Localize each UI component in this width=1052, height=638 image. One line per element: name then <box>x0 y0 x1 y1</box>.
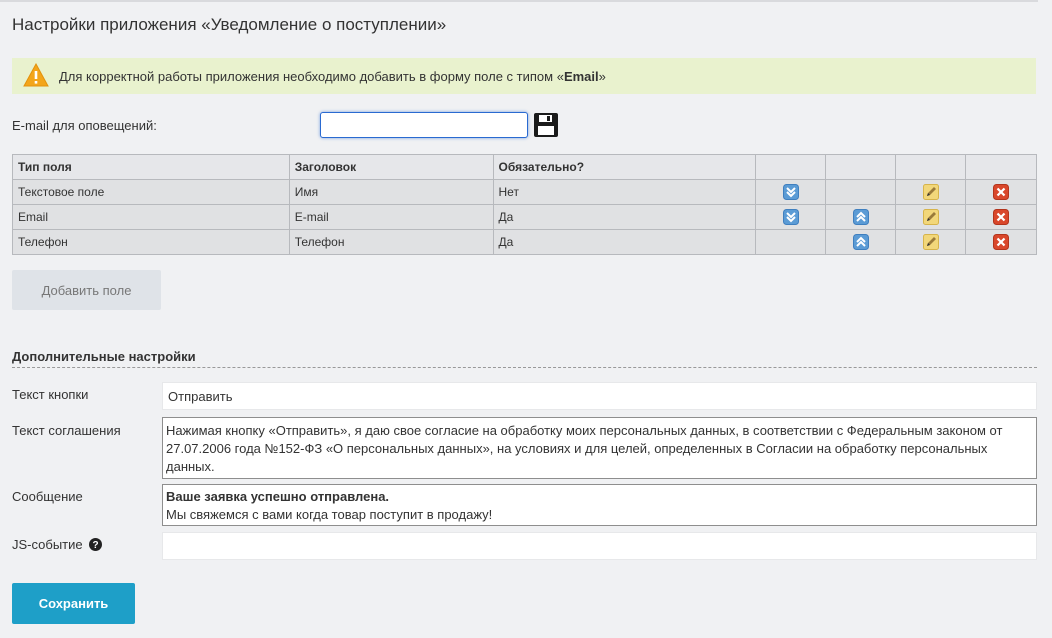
cell-required: Да <box>492 204 757 230</box>
additional-settings-title: Дополнительные настройки <box>12 349 196 364</box>
cell-move-down <box>755 204 827 230</box>
move-up-icon[interactable] <box>852 234 869 250</box>
cell-type: Телефон <box>12 229 290 255</box>
cell-required: Да <box>492 229 757 255</box>
warning-banner: Для корректной работы приложения необход… <box>12 58 1036 94</box>
cell-edit <box>895 229 967 255</box>
top-divider <box>0 0 1038 2</box>
cell-move-down <box>755 179 827 205</box>
column-header-move-up <box>825 154 897 180</box>
column-header-required: Обязательно? <box>492 154 757 180</box>
move-down-icon[interactable] <box>782 184 799 200</box>
table-row: Текстовое поле Имя Нет <box>12 179 1037 205</box>
cell-type: Email <box>12 204 290 230</box>
message-label: Сообщение <box>12 489 83 504</box>
cell-delete <box>965 204 1037 230</box>
section-divider <box>12 367 1037 368</box>
js-event-label: JS-событие ? <box>12 537 102 552</box>
message-bold-line: Ваше заявка успешно отправлена. <box>166 489 390 504</box>
cell-title: Имя <box>288 179 494 205</box>
cell-title: Телефон <box>288 229 494 255</box>
cell-move-up <box>825 179 897 205</box>
js-event-label-text: JS-событие <box>12 537 83 552</box>
fields-table: Тип поля Заголовок Обязательно? Текстово… <box>12 154 1037 255</box>
cell-required: Нет <box>492 179 757 205</box>
warning-text-bold: Email <box>563 69 599 84</box>
message-line: Мы свяжемся с вами когда товар поступит … <box>166 507 493 522</box>
cell-move-down <box>755 229 827 255</box>
warning-text-suffix: » <box>598 69 606 84</box>
message-textarea[interactable]: Ваше заявка успешно отправлена. Мы свяже… <box>162 484 1037 526</box>
column-header-title: Заголовок <box>288 154 494 180</box>
cell-delete <box>965 179 1037 205</box>
delete-x-icon[interactable] <box>993 234 1010 250</box>
cell-edit <box>895 179 967 205</box>
edit-pencil-icon[interactable] <box>922 209 939 225</box>
agreement-text-label: Текст соглашения <box>12 423 121 438</box>
warning-text: Для корректной работы приложения необход… <box>59 69 606 84</box>
help-icon[interactable]: ? <box>88 538 102 551</box>
add-field-button[interactable]: Добавить поле <box>12 270 161 310</box>
floppy-disk-icon[interactable] <box>533 112 559 138</box>
column-header-move-down <box>755 154 827 180</box>
table-header-row: Тип поля Заголовок Обязательно? <box>12 154 1037 180</box>
delete-x-icon[interactable] <box>993 209 1010 225</box>
column-header-type: Тип поля <box>12 154 290 180</box>
agreement-text-textarea[interactable]: Нажимая кнопку «Отправить», я даю свое с… <box>162 417 1037 479</box>
cell-type: Текстовое поле <box>12 179 290 205</box>
table-row: Телефон Телефон Да <box>12 229 1037 255</box>
email-notify-input[interactable] <box>320 112 528 138</box>
column-header-delete <box>965 154 1037 180</box>
js-event-input[interactable] <box>162 532 1037 560</box>
column-header-edit <box>895 154 967 180</box>
warning-triangle-icon <box>23 63 49 87</box>
warning-text-main: Для корректной работы приложения необход… <box>59 69 564 84</box>
cell-edit <box>895 204 967 230</box>
email-notify-label: E-mail для оповещений: <box>12 118 157 133</box>
cell-move-up <box>825 229 897 255</box>
delete-x-icon[interactable] <box>993 184 1010 200</box>
move-up-icon[interactable] <box>852 209 869 225</box>
page-title: Настройки приложения «Уведомление о пост… <box>12 15 447 34</box>
save-button[interactable]: Сохранить <box>12 583 135 624</box>
button-text-input[interactable]: Отправить <box>162 382 1037 410</box>
edit-pencil-icon[interactable] <box>922 184 939 200</box>
cell-delete <box>965 229 1037 255</box>
move-down-icon[interactable] <box>782 209 799 225</box>
cell-title: E-mail <box>288 204 494 230</box>
button-text-label: Текст кнопки <box>12 387 89 402</box>
edit-pencil-icon[interactable] <box>922 234 939 250</box>
table-row: Email E-mail Да <box>12 204 1037 230</box>
cell-move-up <box>825 204 897 230</box>
svg-text:?: ? <box>92 540 98 551</box>
